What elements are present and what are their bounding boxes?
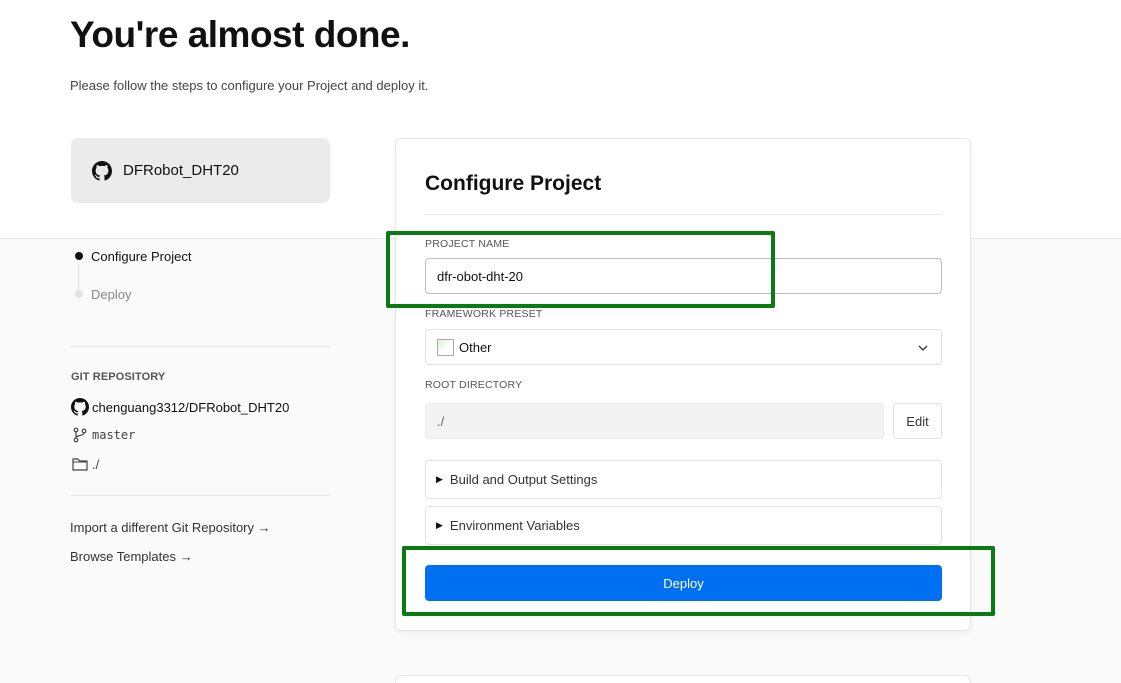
root-directory-input: ./	[425, 403, 884, 439]
secondary-card	[395, 675, 971, 683]
git-branch-icon	[73, 427, 87, 443]
environment-variables-toggle[interactable]: ▶ Environment Variables	[425, 506, 942, 545]
git-repo-row[interactable]: chenguang3312/DFRobot_DHT20	[71, 398, 289, 416]
git-directory-row: ./	[71, 455, 99, 473]
page-title: You're almost done.	[70, 14, 410, 55]
framework-preset-select[interactable]: Other	[425, 329, 942, 365]
github-icon	[92, 160, 112, 181]
git-branch-name: master	[92, 428, 136, 442]
chevron-down-icon	[918, 345, 928, 351]
build-output-settings-label: Build and Output Settings	[449, 472, 598, 487]
git-directory-path: ./	[92, 456, 100, 472]
browse-templates-link[interactable]: Browse Templates →	[70, 549, 193, 564]
framework-preset-icon	[437, 338, 454, 356]
github-icon	[71, 398, 89, 416]
step-deploy: Deploy	[70, 286, 191, 302]
page-subtitle: Please follow the steps to configure you…	[70, 78, 429, 93]
folder-icon	[72, 458, 88, 471]
repo-card-name: DFRobot_DHT20	[123, 162, 239, 179]
project-name-input[interactable]	[425, 258, 942, 294]
root-directory-value: ./	[437, 413, 445, 429]
project-name-label: PROJECT NAME	[425, 238, 510, 250]
sidebar-divider	[71, 346, 330, 347]
configure-project-card: Configure Project PROJECT NAME FRAMEWORK…	[395, 138, 971, 631]
sidebar-divider	[71, 495, 330, 496]
root-directory-label: ROOT DIRECTORY	[425, 379, 523, 391]
step-dot-active	[75, 252, 83, 260]
repo-card: DFRobot_DHT20	[71, 138, 330, 203]
step-list: Configure Project Deploy	[70, 248, 191, 302]
step-connector	[78, 264, 79, 298]
git-repository-label: GIT REPOSITORY	[71, 371, 166, 383]
triangle-right-icon: ▶	[436, 520, 443, 530]
step-label: Deploy	[91, 286, 132, 302]
build-output-settings-toggle[interactable]: ▶ Build and Output Settings	[425, 460, 942, 499]
deploy-button[interactable]: Deploy	[425, 565, 942, 601]
environment-variables-label: Environment Variables	[449, 518, 580, 533]
framework-preset-label: FRAMEWORK PRESET	[425, 308, 543, 320]
git-branch-row: master	[71, 426, 135, 444]
triangle-right-icon: ▶	[436, 474, 443, 484]
step-dot-inactive	[75, 290, 83, 298]
card-title: Configure Project	[425, 172, 602, 195]
step-label: Configure Project	[91, 248, 192, 264]
step-configure-project: Configure Project	[70, 248, 191, 264]
edit-root-directory-button[interactable]: Edit	[893, 403, 942, 439]
git-repo-name: chenguang3312/DFRobot_DHT20	[92, 399, 290, 415]
card-divider	[425, 214, 942, 215]
framework-preset-value: Other	[459, 339, 492, 355]
import-git-repo-link[interactable]: Import a different Git Repository →	[70, 520, 271, 535]
